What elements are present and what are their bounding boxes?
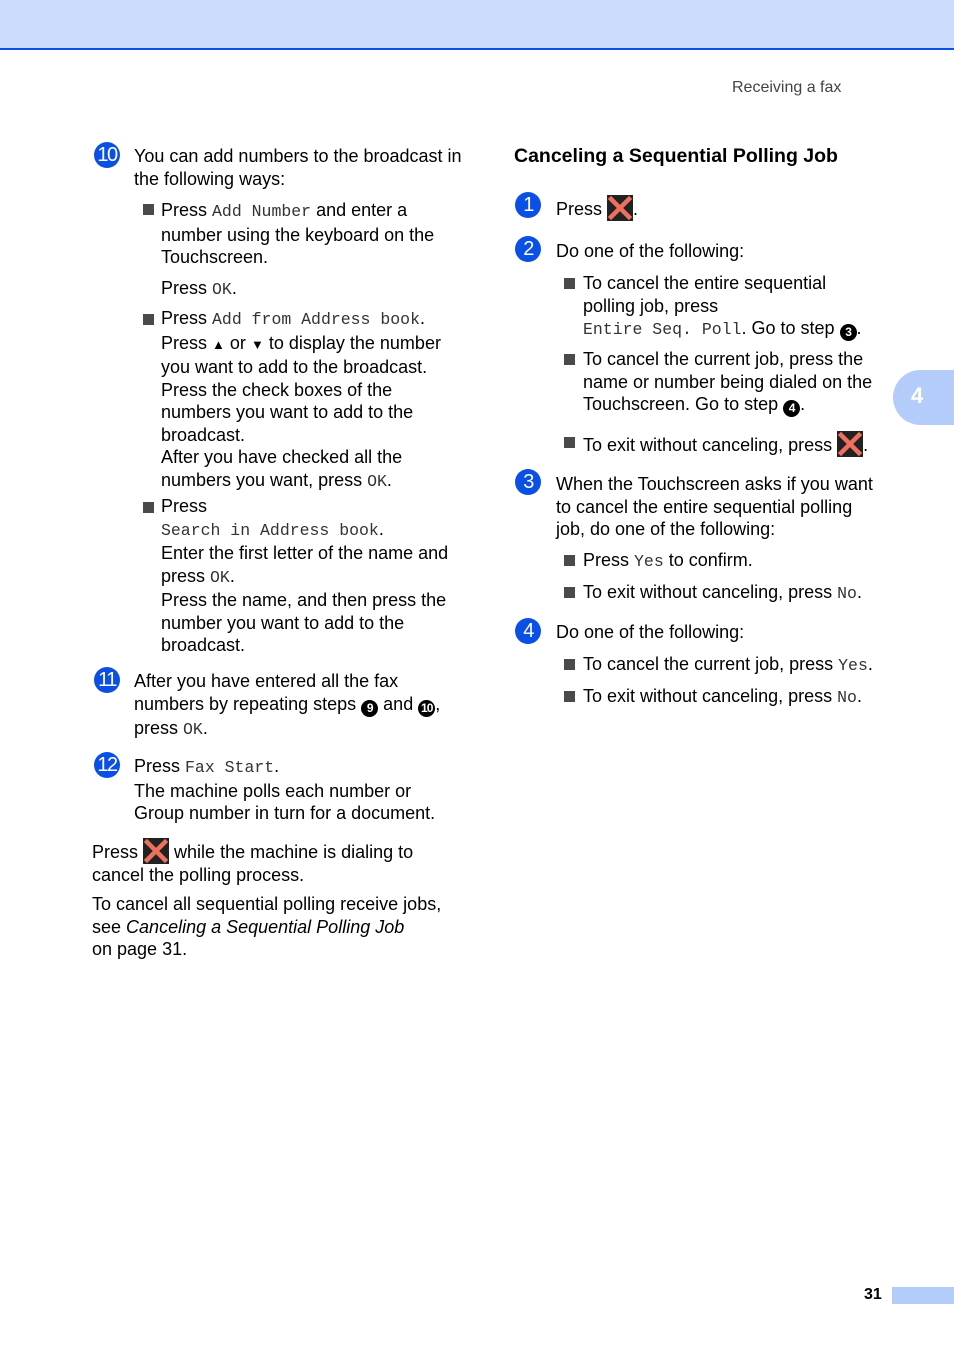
running-head: Receiving a fax <box>732 79 842 96</box>
down-arrow-icon: ▼ <box>250 336 264 352</box>
cancel-x-icon <box>837 431 864 457</box>
key-search-in-address-book: Search in Address book <box>161 520 379 540</box>
cross-reference-link[interactable]: Canceling a Sequential Polling Job <box>126 917 404 937</box>
chapter-number: 4 <box>911 383 924 408</box>
step-2-text: Do one of the following: <box>556 241 745 261</box>
key-yes: Yes <box>634 552 664 571</box>
bullet-icon <box>564 587 575 598</box>
key-ok: OK <box>367 471 387 491</box>
chapter-tab[interactable]: 4 <box>893 370 954 425</box>
step-number-3: 3 <box>515 469 541 495</box>
bullet-icon <box>564 659 575 670</box>
step-2-option-exit: To exit without canceling, press . <box>583 431 893 457</box>
key-no: No <box>837 688 857 707</box>
up-arrow-icon: ▲ <box>212 336 225 352</box>
step-number-1: 1 <box>515 192 541 218</box>
key-fax-start: Fax Start <box>185 758 275 777</box>
page-number-bar <box>892 1287 954 1304</box>
section-heading: Canceling a Sequential Polling Job <box>514 145 838 167</box>
step-number-2: 2 <box>515 236 541 262</box>
cancel-x-icon <box>607 195 634 221</box>
step-1-text: Press . <box>556 195 638 221</box>
bullet-icon <box>143 502 154 513</box>
step-3-option-no: To exit without canceling, press No. <box>583 582 862 603</box>
bullet-icon <box>564 354 575 365</box>
step-10-option-search: Press Search in Address book. Enter the … <box>161 496 449 655</box>
cross-reference-note: To cancel all sequential polling receive… <box>92 894 442 959</box>
bullet-icon <box>143 314 154 325</box>
key-ok: OK <box>210 567 230 587</box>
key-yes: Yes <box>838 656 868 675</box>
key-no: No <box>837 584 857 603</box>
key-add-number: Add Number <box>212 202 312 221</box>
step-4-option-yes: To cancel the current job, press Yes. <box>583 654 873 675</box>
bullet-icon <box>564 555 575 566</box>
step-11-text: After you have entered all the fax numbe… <box>134 671 441 739</box>
step-2-option-current: To cancel the current job, press the nam… <box>583 349 873 417</box>
bullet-icon <box>564 691 575 702</box>
step-number-10: 10 <box>94 142 120 168</box>
step-10-option-address-book: Press Add from Address book. Press ▲ or … <box>161 308 441 491</box>
cancel-polling-note: Press while the machine is dialing to ca… <box>92 838 462 887</box>
step-ref-3: 3 <box>839 324 857 341</box>
bullet-icon <box>564 278 575 289</box>
step-ref-4: 4 <box>783 400 801 417</box>
step-10-text: You can add numbers to the broadcast in … <box>134 146 462 189</box>
step-2-option-entire: To cancel the entire sequential polling … <box>583 273 862 341</box>
bullet-icon <box>564 437 575 448</box>
step-4-option-no: To exit without canceling, press No. <box>583 686 862 707</box>
key-entire-seq-poll: Entire Seq. Poll <box>583 320 742 339</box>
step-number-12: 12 <box>94 752 120 778</box>
top-header-band <box>0 0 954 50</box>
key-ok: OK <box>183 719 203 739</box>
cancel-x-icon <box>143 838 170 864</box>
step-12-text: Press Fax Start. The machine polls each … <box>134 756 436 823</box>
page-number: 31 <box>864 1286 882 1303</box>
step-ref-10: 10 <box>418 699 436 717</box>
key-ok: OK <box>212 279 232 299</box>
step-number-4: 4 <box>515 618 541 644</box>
bullet-icon <box>143 204 154 215</box>
step-4-text: Do one of the following: <box>556 622 745 642</box>
step-3-option-yes: Press Yes to confirm. <box>583 550 753 571</box>
step-number-11: 11 <box>94 667 120 693</box>
key-add-from-address-book: Add from Address book <box>212 310 420 329</box>
step-10-option-add-number: Press Add Number and enter a number usin… <box>161 200 435 299</box>
step-ref-9: 9 <box>361 699 379 717</box>
step-3-text: When the Touchscreen asks if you want to… <box>556 474 873 539</box>
